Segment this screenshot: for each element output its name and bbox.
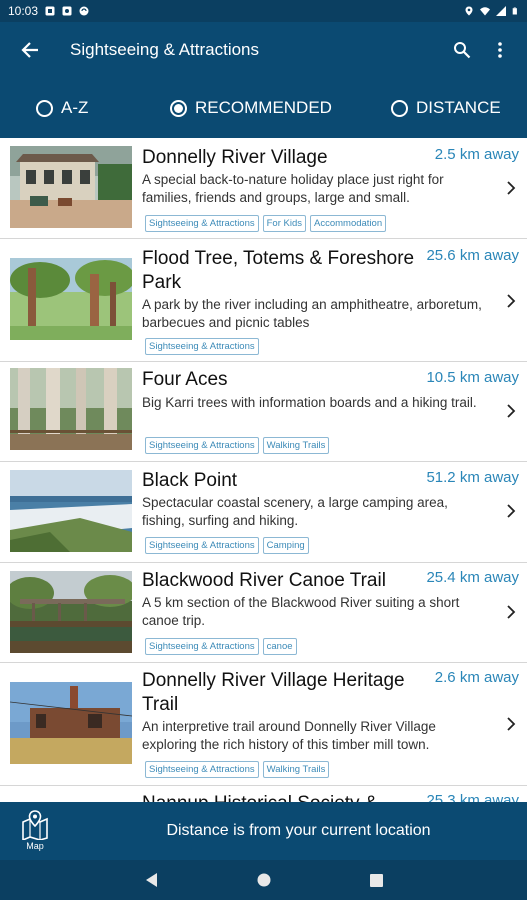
list-item[interactable]: Blackwood River Canoe Trail 25.4 km away… bbox=[0, 563, 527, 663]
sort-option-label: A-Z bbox=[61, 98, 89, 117]
thumbnail-image bbox=[10, 682, 132, 764]
radio-unchecked-icon bbox=[36, 99, 53, 117]
list-item[interactable]: Black Point 51.2 km away Spectacular coa… bbox=[0, 462, 527, 563]
thumbnail-image bbox=[10, 470, 132, 552]
sync-icon bbox=[79, 6, 89, 16]
item-title: Four Aces bbox=[142, 369, 228, 390]
tag: Sightseeing & Attractions bbox=[145, 437, 259, 454]
item-title: Flood Tree, Totems & Foreshore Park bbox=[142, 248, 415, 293]
radio-checked-icon bbox=[170, 99, 187, 117]
tag: Camping bbox=[262, 537, 309, 554]
sort-option-recommended[interactable]: RECOMMENDED bbox=[170, 78, 332, 138]
radio-unchecked-icon bbox=[391, 99, 408, 117]
search-button[interactable] bbox=[443, 22, 481, 78]
sort-options-bar: A-Z RECOMMENDED DISTANCE bbox=[0, 78, 527, 138]
distance-info-text: Distance is from your current location bbox=[166, 822, 431, 839]
chevron-right-icon bbox=[507, 404, 516, 418]
list-item[interactable]: Four Aces 10.5 km away Big Karri trees w… bbox=[0, 362, 527, 462]
attractions-list: Donnelly River Village 2.5 km away A spe… bbox=[0, 138, 527, 802]
item-title: Blackwood River Canoe Trail bbox=[142, 570, 386, 591]
sort-option-label: DISTANCE bbox=[416, 98, 501, 117]
app-notification-icon bbox=[62, 6, 72, 16]
chevron-right-icon bbox=[507, 717, 516, 731]
tag: Walking Trails bbox=[262, 437, 330, 454]
item-distance: 25.3 km away bbox=[426, 792, 519, 802]
triangle-back-icon bbox=[146, 873, 157, 887]
item-tags: Sightseeing & Attractions Walking Trails bbox=[145, 437, 330, 454]
map-label: Map bbox=[26, 841, 44, 851]
sort-option-az[interactable]: A-Z bbox=[36, 78, 88, 138]
status-bar: 10:03 bbox=[0, 0, 527, 22]
app-bar: Sightseeing & Attractions bbox=[0, 22, 527, 78]
chevron-right-icon bbox=[507, 294, 516, 308]
tag: Sightseeing & Attractions bbox=[145, 215, 259, 232]
item-description: Big Karri trees with information boards … bbox=[142, 395, 477, 410]
item-description: A special back-to-nature holiday place j… bbox=[142, 172, 444, 205]
status-time: 10:03 bbox=[8, 4, 39, 18]
tag: Sightseeing & Attractions bbox=[145, 338, 259, 355]
item-title: Donnelly River Village bbox=[142, 147, 328, 168]
chevron-right-icon bbox=[507, 181, 516, 195]
list-item[interactable]: Nannup Historical Society & 25.3 km away bbox=[0, 786, 527, 802]
list-item[interactable]: Flood Tree, Totems & Foreshore Park 25.6… bbox=[0, 239, 527, 362]
item-tags: Sightseeing & Attractions Walking Trails bbox=[145, 761, 330, 778]
item-title: Black Point bbox=[142, 470, 238, 491]
nav-recents-button[interactable] bbox=[366, 870, 386, 890]
battery-icon bbox=[512, 7, 517, 15]
item-distance: 51.2 km away bbox=[426, 469, 519, 486]
list-item[interactable]: Donnelly River Village Heritage Trail 2.… bbox=[0, 663, 527, 786]
item-description: A park by the river including an amphith… bbox=[142, 297, 482, 330]
item-distance: 2.6 km away bbox=[434, 669, 519, 686]
notification-icon bbox=[45, 6, 55, 16]
back-button[interactable] bbox=[0, 22, 60, 78]
arrow-back-icon bbox=[21, 42, 38, 58]
square-recents-icon bbox=[369, 873, 383, 887]
item-title: Nannup Historical Society & bbox=[142, 792, 442, 802]
search-icon bbox=[454, 42, 471, 59]
system-nav-bar bbox=[0, 860, 527, 900]
tag: Walking Trails bbox=[262, 761, 330, 778]
item-description: A 5 km section of the Blackwood River su… bbox=[142, 595, 460, 628]
nav-back-button[interactable] bbox=[142, 870, 162, 890]
item-tags: Sightseeing & Attractions For Kids Accom… bbox=[145, 215, 387, 232]
item-distance: 10.5 km away bbox=[426, 369, 519, 386]
location-icon bbox=[465, 6, 473, 16]
item-distance: 25.4 km away bbox=[426, 569, 519, 586]
thumbnail-image bbox=[10, 368, 132, 450]
tag: Sightseeing & Attractions bbox=[145, 761, 259, 778]
item-title: Donnelly River Village Heritage Trail bbox=[142, 670, 405, 715]
chevron-right-icon bbox=[507, 605, 516, 619]
tag: Sightseeing & Attractions bbox=[145, 537, 259, 554]
signal-icon bbox=[496, 6, 506, 16]
sort-option-distance[interactable]: DISTANCE bbox=[391, 78, 501, 138]
item-tags: Sightseeing & Attractions Camping bbox=[145, 537, 309, 554]
page-title: Sightseeing & Attractions bbox=[70, 40, 260, 59]
more-options-button[interactable] bbox=[481, 22, 519, 78]
chevron-right-icon bbox=[507, 504, 516, 518]
item-tags: Sightseeing & Attractions bbox=[145, 338, 259, 355]
map-button[interactable]: Map bbox=[18, 810, 52, 854]
item-description: Spectacular coastal scenery, a large cam… bbox=[142, 495, 448, 528]
sort-option-label: RECOMMENDED bbox=[195, 98, 332, 117]
thumbnail-image bbox=[10, 571, 132, 653]
more-vert-icon bbox=[498, 42, 502, 58]
item-description: An interpretive trail around Donnelly Ri… bbox=[142, 719, 436, 752]
item-distance: 2.5 km away bbox=[434, 146, 519, 163]
circle-home-icon bbox=[257, 873, 271, 887]
thumbnail-image bbox=[10, 258, 132, 340]
item-tags: Sightseeing & Attractions canoe bbox=[145, 638, 297, 655]
thumbnail-image bbox=[10, 146, 132, 228]
tag: Sightseeing & Attractions bbox=[145, 638, 259, 655]
nav-home-button[interactable] bbox=[254, 870, 274, 890]
tag: For Kids bbox=[262, 215, 306, 232]
item-distance: 25.6 km away bbox=[426, 247, 519, 264]
tag: canoe bbox=[262, 638, 297, 655]
wifi-icon bbox=[480, 7, 490, 16]
tag: Accommodation bbox=[310, 215, 387, 232]
map-icon bbox=[22, 810, 48, 840]
bottom-bar: Map Distance is from your current locati… bbox=[0, 802, 527, 860]
list-item[interactable]: Donnelly River Village 2.5 km away A spe… bbox=[0, 138, 527, 239]
